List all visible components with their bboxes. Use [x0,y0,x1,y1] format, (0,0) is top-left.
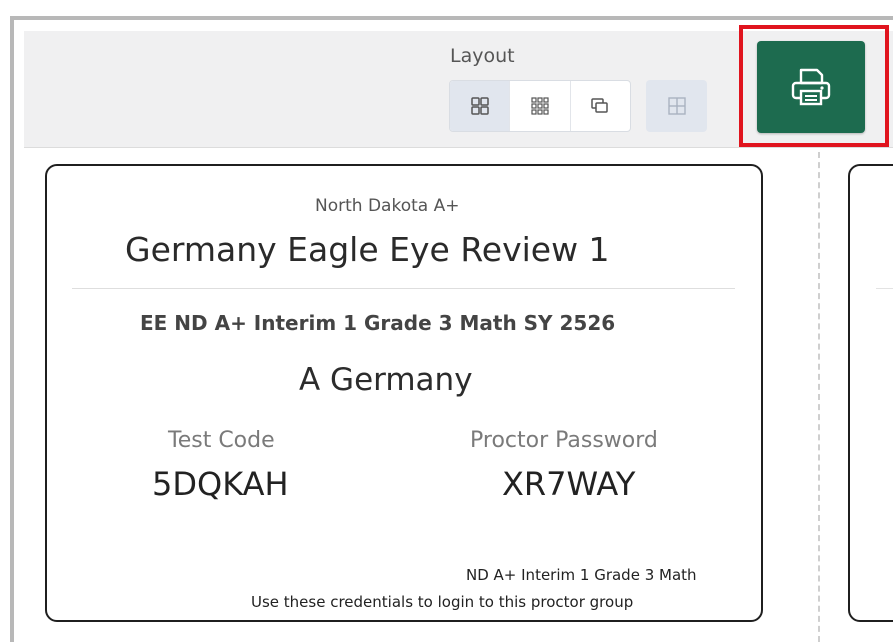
layout-stacked-button[interactable] [571,81,630,131]
layout-label: Layout [450,45,515,67]
grid-2x2-icon [470,97,489,115]
print-button[interactable] [757,41,865,133]
table-grid-icon [667,97,686,115]
next-card-separator [876,288,893,289]
footer-note: Use these credentials to login to this p… [251,593,634,611]
layout-table-button[interactable] [646,80,707,132]
layout-3x3-button[interactable] [510,81,571,131]
state-name: North Dakota A+ [315,196,460,216]
layout-options [449,80,631,132]
proctor-group-name: Germany Eagle Eye Review 1 [125,230,610,269]
card-separator [72,288,735,289]
proctor-password-label: Proctor Password [470,428,658,453]
layout-2x2-button[interactable] [450,81,511,131]
stacked-cards-icon [591,98,609,113]
footer-test-name: ND A+ Interim 1 Grade 3 Math [466,566,697,584]
proctor-credentials-screen: Layout North Dakota A+ Germany Eagle Eye… [0,0,893,642]
grid-3x3-icon [531,97,549,115]
card-divider [818,152,820,642]
next-proctor-group-card [848,164,893,622]
test-code-label: Test Code [168,428,275,453]
proctor-password-value: XR7WAY [502,465,636,503]
test-name: EE ND A+ Interim 1 Grade 3 Math SY 2526 [140,311,616,335]
student-name: A Germany [299,362,473,398]
printer-icon [791,68,831,106]
test-code-value: 5DQKAH [152,465,289,503]
